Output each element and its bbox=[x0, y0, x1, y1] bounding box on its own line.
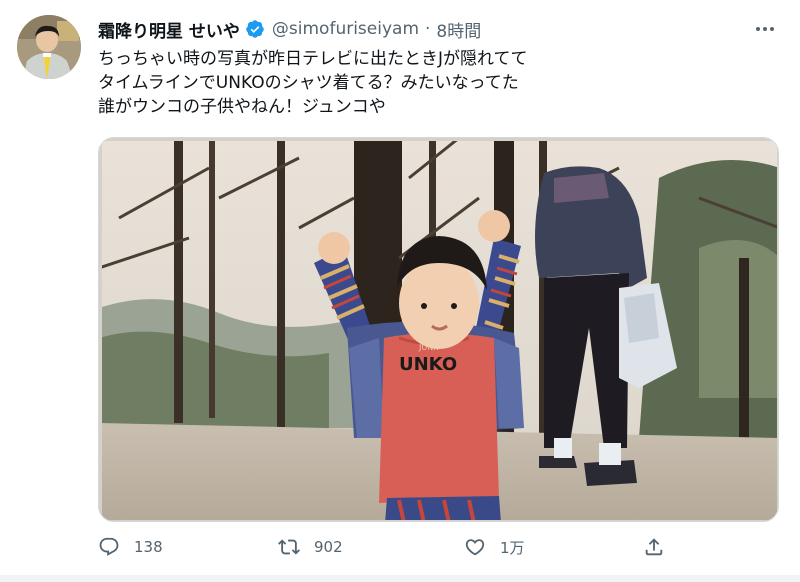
more-options-button[interactable] bbox=[752, 18, 778, 40]
tweet-text-line: 誰がウンコの子供やねん！ジュンコや bbox=[98, 97, 386, 117]
display-name[interactable]: 霜降り明星 せいや bbox=[98, 17, 240, 42]
tweet-header: 霜降り明星 せいや @simofuriseiyam · 8時間 bbox=[98, 17, 481, 42]
user-handle[interactable]: @simofuriseiyam bbox=[272, 19, 419, 39]
tweet[interactable]: 霜降り明星 せいや @simofuriseiyam · 8時間 ちっちゃい時の写… bbox=[0, 0, 800, 582]
separator-dot: · bbox=[425, 19, 431, 39]
tweet-photo[interactable]: JUNK UNKO bbox=[98, 137, 779, 522]
tweet-text: ちっちゃい時の写真が昨日テレビに出たときJが隠れてて タイムラインでUNKOのシ… bbox=[98, 47, 758, 119]
share-button[interactable] bbox=[643, 530, 665, 564]
retweet-button[interactable]: 902 bbox=[278, 530, 343, 564]
like-count: 1万 bbox=[500, 538, 525, 557]
avatar[interactable] bbox=[17, 15, 81, 79]
more-horizontal-icon bbox=[756, 27, 760, 31]
verified-badge-icon bbox=[246, 20, 264, 38]
divider bbox=[0, 575, 800, 582]
photo-child-in-park: JUNK UNKO bbox=[99, 138, 778, 521]
tweet-text-line: ちっちゃい時の写真が昨日テレビに出たときJが隠れてて bbox=[98, 49, 528, 69]
retweet-count: 902 bbox=[314, 538, 343, 556]
shirt-text: UNKO bbox=[399, 354, 457, 375]
reply-icon bbox=[99, 537, 119, 556]
heart-icon bbox=[465, 539, 485, 556]
like-button[interactable]: 1万 bbox=[464, 530, 525, 564]
reply-count: 138 bbox=[134, 538, 163, 556]
tweet-actions: 138 902 1万 bbox=[98, 530, 698, 564]
tweet-timestamp[interactable]: 8時間 bbox=[436, 17, 481, 42]
retweet-icon bbox=[278, 539, 300, 555]
avatar-image bbox=[17, 15, 81, 79]
tweet-text-line: タイムラインでUNKOのシャツ着てる？みたいなってた bbox=[98, 73, 519, 93]
share-icon bbox=[645, 538, 663, 556]
reply-button[interactable]: 138 bbox=[98, 530, 163, 564]
